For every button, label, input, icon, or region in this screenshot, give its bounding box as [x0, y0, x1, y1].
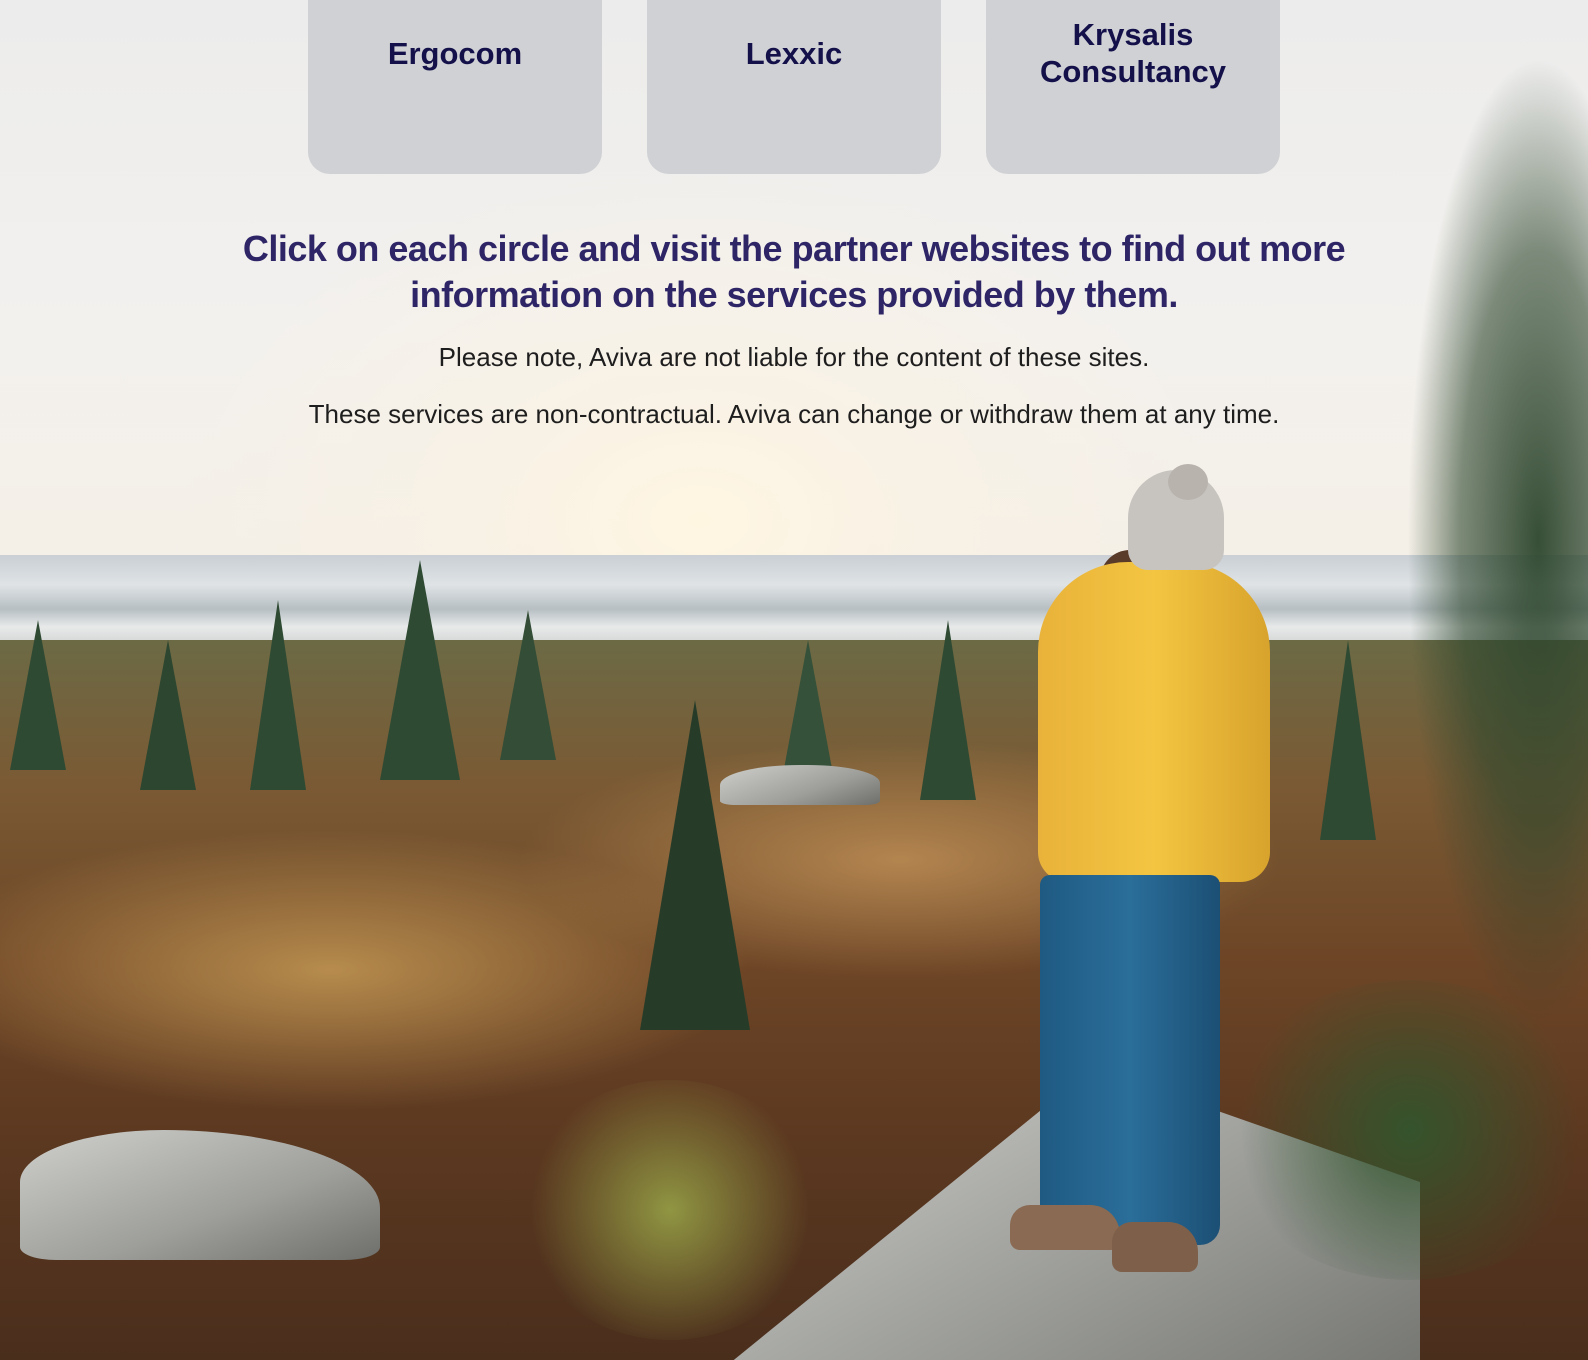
partner-name: Ergocom [387, 35, 523, 71]
liability-note: Please note, Aviva are not liable for th… [438, 342, 1150, 372]
hiker [1010, 464, 1280, 1290]
hiker-boot [1010, 1205, 1120, 1250]
hiker-landscape-image [0, 0, 1588, 1360]
hiker-boot [1112, 1222, 1198, 1272]
hat-pompom [1168, 464, 1208, 500]
partner-card-krysalis[interactable]: Krysalis Consultancy [986, 0, 1280, 174]
partner-card-ergocom[interactable]: Ergocom [308, 0, 602, 174]
tree [640, 700, 750, 1030]
tree [920, 620, 976, 800]
partner-name: Lexxic [745, 35, 843, 71]
tree [10, 620, 66, 770]
rock [720, 765, 880, 805]
tree [380, 560, 460, 780]
tree [500, 610, 556, 760]
hiker-jacket [1038, 562, 1270, 882]
partner-cards: Ergocom Lexxic Krysalis Consultancy [308, 0, 1280, 174]
tree [250, 600, 306, 790]
partner-card-lexxic[interactable]: Lexxic [647, 0, 941, 174]
pine-tree [1368, 60, 1588, 1060]
tree [140, 640, 196, 790]
instructions-heading: Click on each circle and visit the partn… [242, 228, 1346, 315]
hiker-pants [1040, 875, 1220, 1245]
non-contractual-note: These services are non-contractual. Aviv… [308, 399, 1280, 429]
shrub [520, 1080, 820, 1340]
partner-name: Krysalis Consultancy [1039, 17, 1227, 89]
